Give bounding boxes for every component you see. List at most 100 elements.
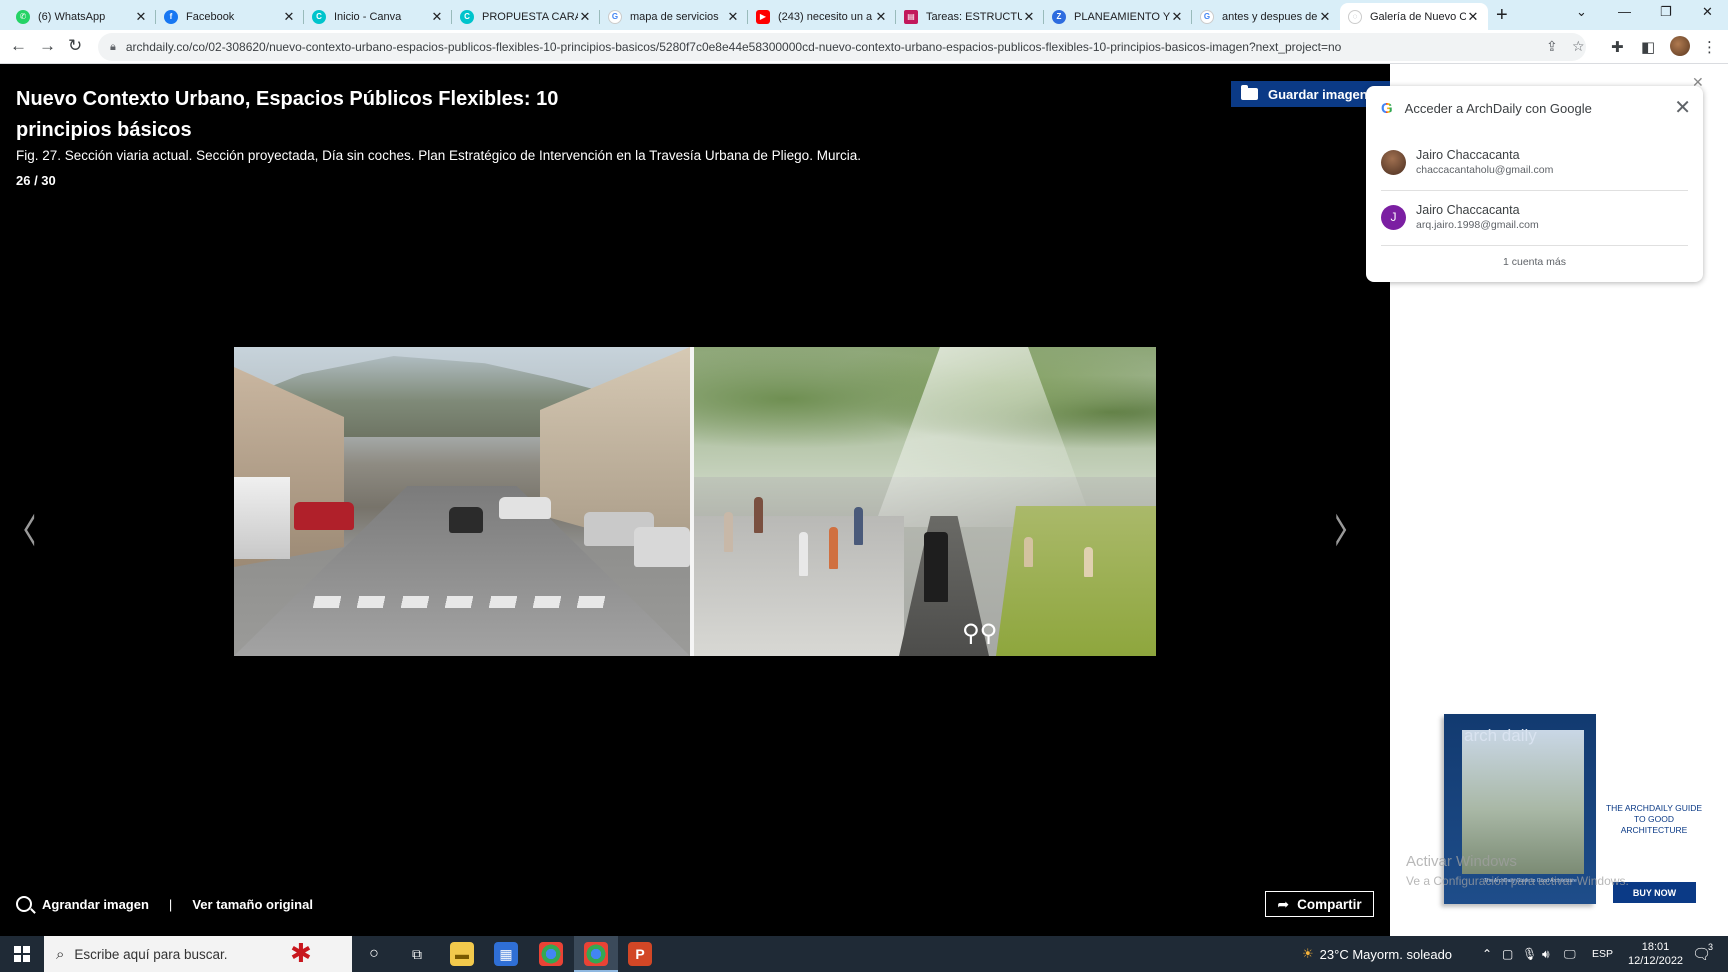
windows-start-icon[interactable] <box>14 946 30 962</box>
close-icon[interactable]: ✕ <box>134 9 148 25</box>
close-icon[interactable]: ✕ <box>1318 9 1332 25</box>
photo-person <box>724 512 733 552</box>
actions-separator: | <box>168 896 173 912</box>
clock-date: 12/12/2022 <box>1628 955 1684 967</box>
chrome-icon[interactable] <box>584 942 608 966</box>
minimize-icon[interactable]: — <box>1618 4 1631 19</box>
microphone-icon[interactable]: 🎙︎ <box>1522 936 1537 972</box>
file-explorer-icon[interactable]: ▬ <box>450 942 474 966</box>
close-icon[interactable]: ✕ <box>874 9 888 25</box>
tab-youtube[interactable]: ▶ (243) necesito un a ✕ <box>748 3 896 30</box>
network-icon[interactable]: 🖵︎ <box>1564 936 1576 972</box>
enlarge-image-link[interactable]: Agrandar imagen <box>42 897 149 912</box>
google-icon: G <box>1200 9 1214 24</box>
tab-planeamiento[interactable]: Z PLANEAMIENTO Y ✕ <box>1044 3 1192 30</box>
clock[interactable]: 18:01 12/12/2022 <box>1628 940 1683 968</box>
photo-person <box>754 497 763 533</box>
close-icon[interactable]: ✕ <box>430 9 444 25</box>
close-icon[interactable]: ✕ <box>282 9 296 25</box>
address-bar[interactable]: 🔒︎ archdaily.co/co/02-308620/nuevo-conte… <box>98 33 1586 61</box>
google-signin-popup: G Acceder a ArchDaily con Google ✕ Jairo… <box>1366 86 1703 282</box>
weather-text: 23°C Mayorm. soleado <box>1319 946 1453 962</box>
photo-person <box>854 507 863 545</box>
weather-widget[interactable]: ☀ 23°C Mayorm. soleado <box>1302 936 1452 972</box>
account-name: Jairo Chaccacanta <box>1416 148 1520 162</box>
avatar <box>1381 149 1406 175</box>
close-icon[interactable]: ✕ <box>726 9 740 25</box>
tab-tareas[interactable]: ▤ Tareas: ESTRUCTU ✕ <box>896 3 1044 30</box>
windows-activation-watermark: Activar Windows Ve a Configuración para … <box>1406 853 1629 888</box>
lock-icon[interactable]: 🔒︎ <box>110 41 116 54</box>
avatar: J <box>1381 204 1406 230</box>
ad-headline[interactable]: THE ARCHDAILY GUIDE TO GOOD ARCHITECTURE <box>1604 803 1704 836</box>
prev-arrow-icon[interactable]: ‹ <box>21 482 38 572</box>
account-item[interactable]: J Jairo Chaccacanta arq.jairo.1998@gmail… <box>1381 191 1688 243</box>
back-icon[interactable]: ← <box>10 36 27 56</box>
task-view-icon[interactable]: ⧉ <box>405 942 429 966</box>
photo-car <box>499 497 551 519</box>
google-icon: G <box>608 9 622 24</box>
account-item[interactable]: Jairo Chaccacanta chaccacantaholu@gmail.… <box>1381 136 1688 188</box>
tab-label: Facebook <box>186 10 235 23</box>
windows-taskbar: ⌕ Escribe aquí para buscar. ✱ ○ ⧉ ▬ ▦ P … <box>0 936 1728 972</box>
tray-chevron-icon[interactable]: ⌃ <box>1482 936 1492 972</box>
tab-label: mapa de servicios <box>630 10 719 23</box>
close-icon[interactable]: ✕ <box>1170 9 1184 25</box>
watermark-line: Ve a Configuración para activar Windows. <box>1406 874 1629 888</box>
tab-canva-home[interactable]: C Inicio - Canva ✕ <box>304 3 452 30</box>
zoom-icon[interactable] <box>16 896 32 912</box>
photo-person <box>1084 547 1093 577</box>
save-image-label: Guardar imagen <box>1268 86 1368 102</box>
more-accounts-link[interactable]: 1 cuenta más <box>1366 256 1703 268</box>
close-icon[interactable]: ✕ <box>1022 9 1036 25</box>
tab-facebook[interactable]: f Facebook ✕ <box>156 3 304 30</box>
powerpoint-icon[interactable]: P <box>628 942 652 966</box>
watermark-line: Activar Windows <box>1406 853 1517 870</box>
bookmark-star-icon[interactable]: ☆ <box>1572 38 1585 55</box>
tab-search-chevron-icon[interactable]: ⌄ <box>1576 4 1587 20</box>
gallery-image[interactable]: ⚲⚲ <box>234 347 1156 656</box>
share-button[interactable]: ➦ Compartir <box>1265 891 1374 917</box>
menu-dots-icon[interactable]: ⋮ <box>1702 38 1717 56</box>
tab-label: Tareas: ESTRUCTU <box>926 10 1022 23</box>
close-icon[interactable]: ✕ <box>1466 9 1480 25</box>
facebook-icon: f <box>164 9 178 24</box>
popup-close-icon[interactable]: ✕ <box>1674 95 1691 120</box>
window-close-icon[interactable]: ✕ <box>1702 4 1713 20</box>
search-placeholder: Escribe aquí para buscar. <box>74 946 228 962</box>
extensions-icon[interactable]: ✚ <box>1611 38 1624 56</box>
tab-label: Galería de Nuevo C <box>1370 10 1466 23</box>
restore-icon[interactable]: ❐ <box>1660 4 1672 20</box>
tab-canva-propuesta[interactable]: C PROPUESTA CARA ✕ <box>452 3 600 30</box>
forward-icon[interactable]: → <box>39 36 56 56</box>
account-info: Jairo Chaccacanta arq.jairo.1998@gmail.c… <box>1416 203 1539 231</box>
chrome-icon[interactable] <box>539 942 563 966</box>
side-panel-icon[interactable]: ◧ <box>1641 38 1655 56</box>
next-arrow-icon[interactable]: › <box>1333 482 1350 572</box>
tab-google-antes[interactable]: G antes y despues de ✕ <box>1192 3 1340 30</box>
profile-avatar[interactable] <box>1670 36 1690 56</box>
image-actions: Agrandar imagen | Ver tamaño original <box>16 894 313 914</box>
share-page-icon[interactable]: ⇪ <box>1546 38 1558 55</box>
store-icon[interactable]: ▦ <box>494 942 518 966</box>
clock-time: 18:01 <box>1641 941 1670 953</box>
taskbar-search[interactable]: ⌕ Escribe aquí para buscar. ✱ <box>44 936 352 972</box>
original-size-link[interactable]: Ver tamaño original <box>192 897 313 912</box>
browser-toolbar: ← → ↻ 🔒︎ archdaily.co/co/02-308620/nuevo… <box>0 30 1728 64</box>
close-icon[interactable]: ✕ <box>578 9 592 25</box>
new-tab-icon[interactable]: + <box>1496 4 1508 27</box>
tray-app-icon[interactable]: ▢ <box>1502 936 1513 972</box>
cortana-icon[interactable]: ○ <box>362 942 386 966</box>
language-indicator[interactable]: ESP <box>1592 936 1613 972</box>
reload-icon[interactable]: ↻ <box>68 36 82 56</box>
popup-title: Acceder a ArchDaily con Google <box>1404 101 1592 116</box>
volume-icon[interactable]: 🔊︎ <box>1542 936 1550 972</box>
url-text[interactable]: archdaily.co/co/02-308620/nuevo-contexto… <box>126 40 1526 54</box>
search-icon: ⌕ <box>56 945 65 963</box>
youtube-icon: ▶ <box>756 9 770 24</box>
tab-google-mapa[interactable]: G mapa de servicios ✕ <box>600 3 748 30</box>
bike-lane-icon: ⚲⚲ <box>962 620 998 647</box>
tab-label: Inicio - Canva <box>334 10 402 23</box>
tab-whatsapp[interactable]: ✆ (6) WhatsApp ✕ <box>8 3 156 30</box>
tab-galeria-active[interactable]: ◌ Galería de Nuevo C ✕ <box>1340 3 1488 30</box>
